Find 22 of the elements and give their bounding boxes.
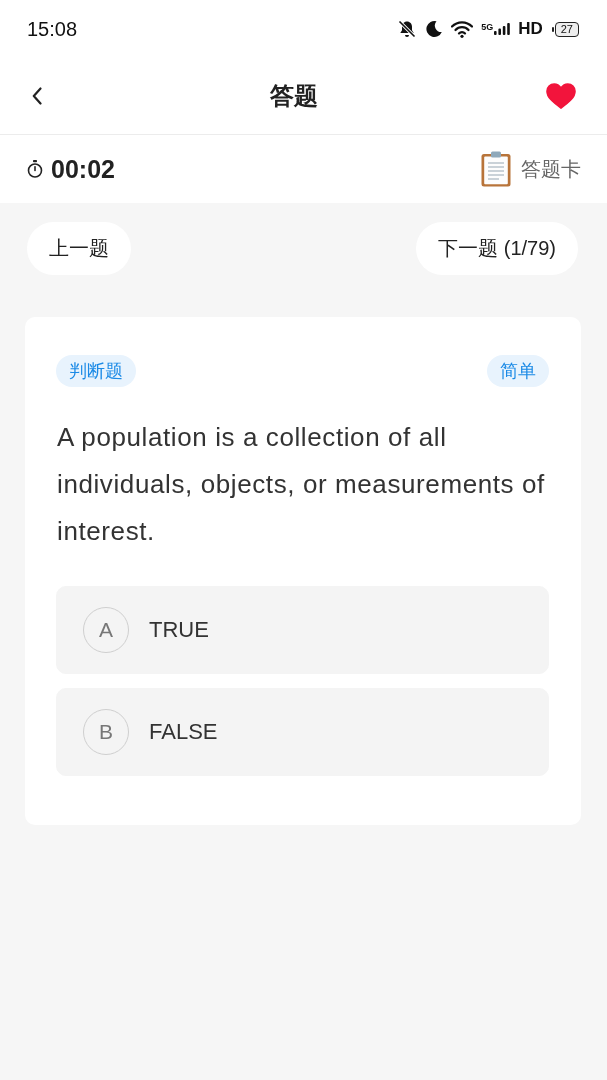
- question-text: A population is a collection of all individuals, objects, or measurements of interest.: [57, 421, 546, 548]
- next-question-button[interactable]: 下一题 (1/79): [416, 222, 578, 275]
- answer-option[interactable]: B FALSE: [56, 688, 549, 776]
- hd-indicator: HD: [518, 19, 543, 39]
- elapsed-time: 00:02: [51, 154, 115, 184]
- wifi-icon: [451, 20, 474, 38]
- answer-card-button[interactable]: 答题卡: [481, 151, 581, 187]
- back-icon[interactable]: [32, 87, 42, 105]
- bell-slash-icon: [397, 19, 418, 39]
- battery-indicator: 27: [554, 21, 579, 37]
- status-time: 15:08: [27, 17, 78, 41]
- question-type-tag: 判断题: [56, 355, 136, 387]
- page-title: 答题: [270, 81, 318, 111]
- signal-icon: [494, 23, 511, 35]
- network-type: 5G: [481, 23, 494, 32]
- heart-icon[interactable]: [546, 83, 576, 109]
- previous-question-button[interactable]: 上一题: [27, 222, 131, 275]
- answer-option[interactable]: A TRUE: [56, 586, 549, 674]
- stopwatch-icon: [27, 160, 43, 178]
- clipboard-icon: [481, 151, 511, 187]
- difficulty-tag: 简单: [487, 355, 549, 387]
- moon-icon: [425, 20, 444, 38]
